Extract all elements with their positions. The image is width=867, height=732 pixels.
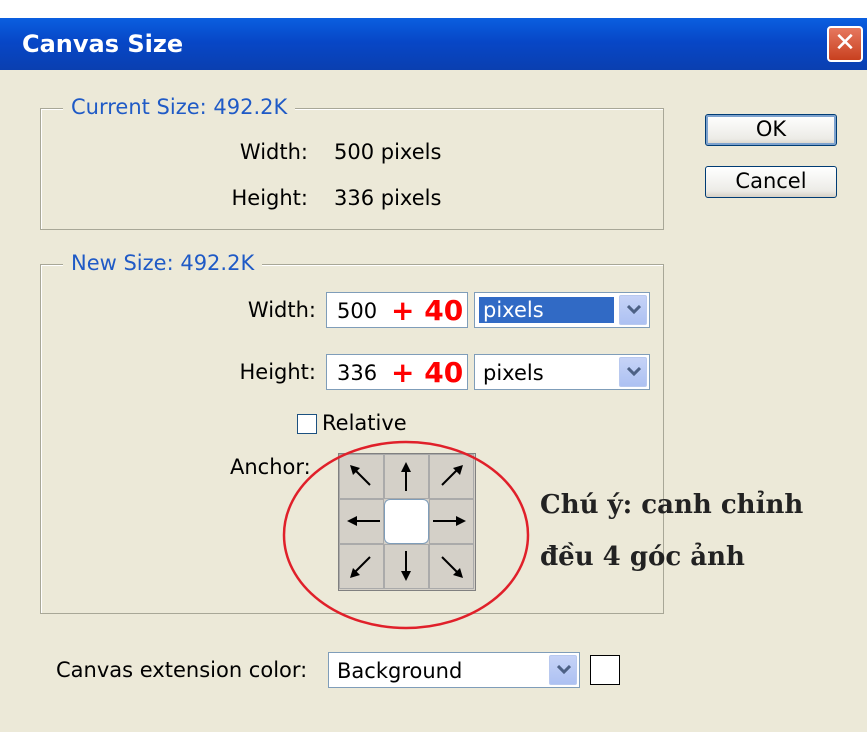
width-unit-select[interactable]: pixels bbox=[474, 292, 650, 328]
current-height-label: Height: bbox=[231, 186, 309, 210]
new-width-input[interactable]: 500 + 40 bbox=[326, 292, 468, 328]
new-width-value: 500 bbox=[337, 299, 378, 323]
current-size-legend: Current Size: 492.2K bbox=[63, 95, 296, 119]
extension-color-label: Canvas extension color: bbox=[56, 658, 308, 682]
current-width-label: Width: bbox=[239, 140, 308, 164]
relative-checkbox[interactable] bbox=[297, 414, 317, 434]
current-width-value: 500 pixels bbox=[334, 140, 442, 164]
width-add-annotation: + 40 bbox=[391, 294, 464, 327]
extension-color-swatch[interactable] bbox=[590, 655, 620, 685]
dialog-window: Canvas Size ✕ Current Size: 492.2K Width… bbox=[0, 0, 867, 732]
window-title: Canvas Size bbox=[22, 30, 184, 58]
chevron-down-icon bbox=[627, 367, 641, 377]
chevron-down-icon bbox=[627, 305, 641, 315]
width-unit-dropdown[interactable] bbox=[619, 295, 647, 325]
chevron-down-icon bbox=[557, 665, 571, 675]
extension-color-value: Background bbox=[337, 659, 463, 683]
height-unit-value: pixels bbox=[483, 361, 544, 385]
top-band bbox=[0, 0, 867, 18]
extension-color-select[interactable]: Background bbox=[328, 652, 580, 688]
current-height-value: 336 pixels bbox=[334, 186, 442, 210]
extension-color-dropdown[interactable] bbox=[549, 655, 577, 685]
new-size-legend: New Size: 492.2K bbox=[63, 251, 263, 275]
close-button[interactable]: ✕ bbox=[827, 26, 863, 62]
height-unit-dropdown[interactable] bbox=[619, 357, 647, 387]
new-height-label: Height: bbox=[239, 360, 317, 384]
relative-label: Relative bbox=[322, 411, 407, 435]
title-bar: Canvas Size ✕ bbox=[0, 18, 867, 70]
ok-button[interactable]: OK bbox=[705, 114, 837, 146]
cancel-button[interactable]: Cancel bbox=[705, 166, 837, 198]
height-unit-select[interactable]: pixels bbox=[474, 354, 650, 390]
annotation-note-line1: Chú ý: canh chỉnh bbox=[540, 490, 804, 520]
width-unit-value: pixels bbox=[479, 297, 614, 323]
annotation-note-line2: đều 4 góc ảnh bbox=[540, 542, 745, 572]
new-width-label: Width: bbox=[247, 298, 316, 322]
close-icon: ✕ bbox=[834, 28, 856, 58]
new-height-input[interactable]: 336 + 40 bbox=[326, 354, 468, 390]
height-add-annotation: + 40 bbox=[391, 356, 464, 389]
current-size-group: Current Size: 492.2K bbox=[40, 95, 664, 230]
new-height-value: 336 bbox=[337, 361, 378, 385]
annotation-circle bbox=[282, 440, 530, 630]
